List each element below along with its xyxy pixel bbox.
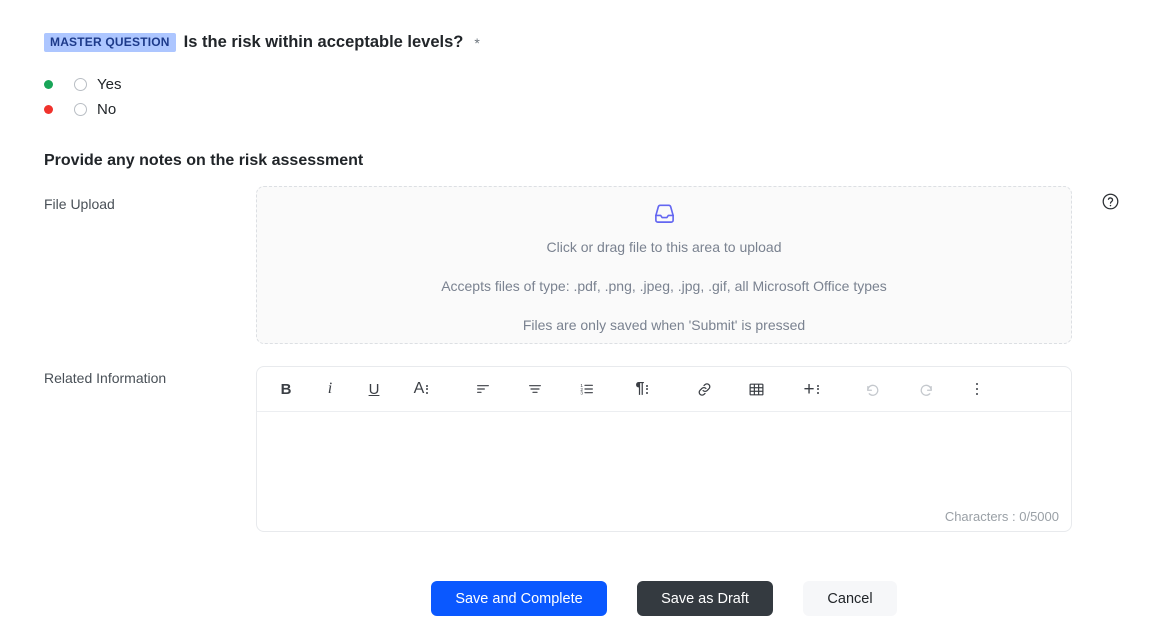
align-center-icon[interactable] <box>520 374 550 404</box>
underline-icon[interactable]: U <box>359 374 389 404</box>
master-question-options: Yes No <box>44 72 121 122</box>
svg-text:3: 3 <box>580 391 583 396</box>
radio-no[interactable] <box>74 102 87 116</box>
inbox-tray-icon <box>653 202 676 225</box>
italic-icon[interactable]: i <box>315 374 345 404</box>
font-style-icon[interactable]: A <box>403 374 439 404</box>
bold-icon[interactable]: B <box>271 374 301 404</box>
master-question-badge: MASTER QUESTION <box>44 33 176 52</box>
form-actions: Save and Complete Save as Draft Cancel <box>431 581 897 616</box>
insert-plus-glyph: + <box>803 378 815 400</box>
align-left-icon[interactable] <box>468 374 498 404</box>
radio-yes[interactable] <box>74 77 87 91</box>
radio-yes-label: Yes <box>97 75 122 93</box>
cancel-button[interactable]: Cancel <box>803 581 897 616</box>
page-title: Is the risk within acceptable levels? <box>183 33 464 51</box>
required-marker: * <box>474 34 480 51</box>
status-dot-red <box>44 104 53 114</box>
editor-text-area[interactable]: Characters : 0/5000 <box>257 412 1071 532</box>
risk-assessment-form: MASTER QUESTION Is the risk within accep… <box>0 0 1159 636</box>
dropzone-accepted-types: Accepts files of type: .pdf, .png, .jpeg… <box>441 278 887 294</box>
editor-toolbar: B i U A 1 2 3 ¶ + <box>257 367 1071 412</box>
master-question-header: MASTER QUESTION Is the risk within accep… <box>44 33 480 52</box>
ordered-list-icon[interactable]: 1 2 3 <box>572 374 602 404</box>
save-and-complete-button[interactable]: Save and Complete <box>431 581 607 616</box>
paragraph-format-icon[interactable]: ¶ <box>624 374 660 404</box>
more-options-icon[interactable] <box>962 374 992 404</box>
chevron-kebab-icon <box>816 384 819 394</box>
rich-text-editor: B i U A 1 2 3 ¶ + Characters: 0/5000 <box>256 366 1072 532</box>
font-style-glyph: A <box>413 380 425 397</box>
dropzone-primary-text: Click or drag file to this area to uploa… <box>546 239 782 255</box>
related-information-label: Related Information <box>44 370 167 386</box>
option-no[interactable]: No <box>44 97 121 121</box>
status-dot-green <box>44 79 53 89</box>
undo-icon[interactable] <box>858 374 888 404</box>
save-as-draft-button[interactable]: Save as Draft <box>637 581 773 616</box>
question-circle-icon[interactable] <box>1101 192 1120 211</box>
radio-no-label: No <box>97 100 117 118</box>
file-upload-dropzone[interactable]: Click or drag file to this area to uploa… <box>256 186 1072 344</box>
redo-icon[interactable] <box>910 374 940 404</box>
insert-link-icon[interactable] <box>689 374 719 404</box>
chevron-kebab-icon <box>646 384 649 394</box>
paragraph-glyph: ¶ <box>635 380 645 397</box>
chevron-kebab-icon <box>426 384 429 394</box>
section-heading: Provide any notes on the risk assessment <box>44 152 364 169</box>
option-yes[interactable]: Yes <box>44 72 121 96</box>
character-counter: Characters : 0/5000 <box>944 509 1059 524</box>
insert-more-icon[interactable]: + <box>793 374 829 404</box>
insert-table-icon[interactable] <box>741 374 771 404</box>
file-upload-label: File Upload <box>44 196 115 212</box>
dropzone-save-note: Files are only saved when 'Submit' is pr… <box>522 317 806 333</box>
vertical-dots-icon <box>975 382 979 396</box>
